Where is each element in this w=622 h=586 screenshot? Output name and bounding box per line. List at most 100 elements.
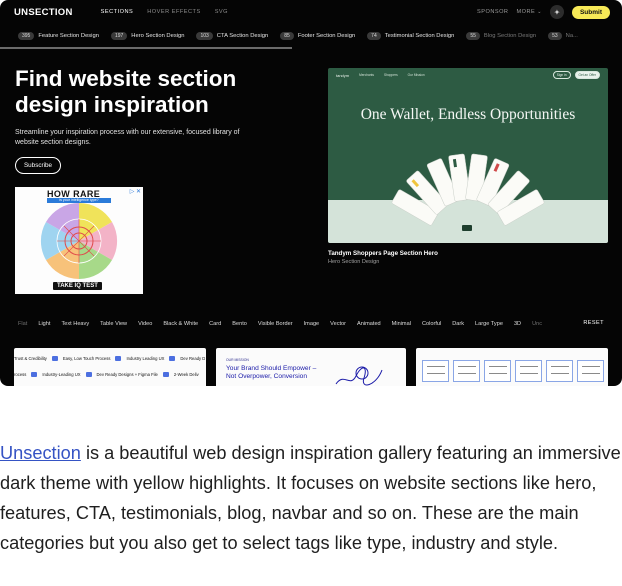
site-logo[interactable]: UNSECTION bbox=[14, 7, 73, 18]
tag-light[interactable]: Light bbox=[38, 321, 50, 327]
tag-table-view[interactable]: Table View bbox=[100, 321, 127, 327]
tag-text-heavy[interactable]: Text Heavy bbox=[61, 321, 89, 327]
featured-card-category[interactable]: Hero Section Design bbox=[328, 259, 379, 265]
tag-dark[interactable]: Dark bbox=[452, 321, 464, 327]
category-count: 85 bbox=[280, 32, 294, 40]
category-label: Testimonial Section Design bbox=[384, 33, 455, 39]
tag-vector[interactable]: Vector bbox=[330, 321, 346, 327]
thumb-row: Trust & Credibility Easy, Low Touch Proc… bbox=[14, 356, 205, 361]
nav-hover-effects[interactable]: HOVER EFFECTS bbox=[147, 9, 200, 15]
tag-black-white[interactable]: Black & White bbox=[163, 321, 198, 327]
text-line bbox=[458, 366, 476, 367]
reset-button[interactable]: RESET bbox=[579, 320, 604, 326]
thumb-row: rocess Industry-Leading UX Dev Ready Des… bbox=[14, 372, 199, 377]
category-count: 395 bbox=[18, 32, 35, 40]
category-scrollbar[interactable] bbox=[0, 47, 292, 49]
thumb-item: rocess bbox=[14, 372, 27, 377]
screenshot-frame: UNSECTION SECTIONS HOVER EFFECTS SVG SPO… bbox=[0, 0, 622, 386]
category-cta[interactable]: 103 CTA Section Design bbox=[196, 32, 268, 40]
nav-svg[interactable]: SVG bbox=[215, 9, 228, 15]
text-line bbox=[582, 366, 600, 367]
text-line bbox=[489, 373, 507, 374]
nav-sponsor[interactable]: SPONSOR bbox=[477, 9, 508, 15]
thumbnail-card-3[interactable] bbox=[416, 348, 608, 386]
ad-close-icon[interactable]: ▷ ✕ bbox=[130, 188, 141, 195]
subscribe-button[interactable]: Subscribe bbox=[15, 157, 61, 174]
tag-large-type[interactable]: Large Type bbox=[475, 321, 503, 327]
tag-video[interactable]: Video bbox=[138, 321, 152, 327]
nav-sections[interactable]: SECTIONS bbox=[101, 9, 134, 15]
tag-3d[interactable]: 3D bbox=[514, 321, 521, 327]
testimonial-box bbox=[453, 360, 480, 382]
square-icon bbox=[85, 372, 92, 377]
chevron-down-icon: ⌄ bbox=[537, 9, 542, 15]
category-label: Blog Section Design bbox=[483, 33, 537, 39]
square-icon bbox=[115, 356, 122, 361]
square-icon bbox=[169, 356, 176, 361]
tag-colorful[interactable]: Colorful bbox=[422, 321, 441, 327]
preview-headline: One Wallet, Endless Opportunities bbox=[360, 106, 576, 123]
text-line bbox=[551, 373, 569, 374]
category-hero[interactable]: 197 Hero Section Design bbox=[110, 32, 185, 40]
category-testimonial[interactable]: 74 Testimonial Section Design bbox=[367, 32, 454, 40]
category-blog[interactable]: 55 Blog Section Design bbox=[466, 32, 536, 40]
hero-subtitle: Streamline your inspiration process with… bbox=[15, 129, 240, 146]
category-count: 103 bbox=[196, 32, 213, 40]
square-icon bbox=[51, 356, 58, 361]
square-icon bbox=[31, 372, 38, 377]
thumb-item: Industry Leading UX bbox=[126, 356, 165, 361]
text-line bbox=[582, 373, 600, 374]
featured-card-title[interactable]: Tandym Shoppers Page Section Hero bbox=[328, 250, 438, 257]
tag-image[interactable]: Image bbox=[304, 321, 320, 327]
nav-more[interactable]: MORE ⌄ bbox=[516, 9, 541, 15]
featured-section-card[interactable]: tandym Merchants Shoppers Our Mission Si… bbox=[328, 68, 608, 243]
thumb-item: Industry-Leading UX bbox=[42, 372, 81, 377]
thumb-item: 2-Week Deliv bbox=[173, 372, 199, 377]
tag-visible-border[interactable]: Visible Border bbox=[258, 321, 293, 327]
text-line bbox=[551, 366, 569, 367]
tag-unc[interactable]: Unc bbox=[532, 321, 542, 327]
category-footer[interactable]: 85 Footer Section Design bbox=[280, 32, 355, 40]
category-label: Hero Section Design bbox=[131, 33, 185, 39]
tag-bento[interactable]: Bento bbox=[232, 321, 247, 327]
category-count: 74 bbox=[367, 32, 381, 40]
sparkle-icon[interactable]: ✦ bbox=[549, 5, 564, 19]
nav-right: SPONSOR MORE ⌄ ✦ Submit bbox=[477, 5, 610, 19]
testimonial-box bbox=[577, 360, 604, 382]
submit-button[interactable]: Submit bbox=[571, 5, 610, 19]
text-line bbox=[520, 366, 538, 367]
preview-navbar: tandym Merchants Shoppers Our Mission Si… bbox=[328, 68, 608, 82]
thumbnail-card-1[interactable]: Trust & Credibility Easy, Low Touch Proc… bbox=[14, 348, 206, 386]
square-icon bbox=[162, 372, 169, 377]
thumb-item: Trust & Credibility bbox=[14, 356, 47, 361]
thumbnail-card-2[interactable]: OUR MISSION Your Brand Should Empower – … bbox=[216, 348, 406, 386]
tag-flat[interactable]: Flat bbox=[18, 321, 27, 327]
thumb-item: Dev Ready Designs + Figma File bbox=[96, 372, 158, 377]
thumb-item: Easy, Low Touch Process bbox=[62, 356, 111, 361]
ad-cta-button[interactable]: TAKE IQ TEST bbox=[53, 282, 102, 290]
tag-card[interactable]: Card bbox=[209, 321, 221, 327]
category-feature[interactable]: 395 Feature Section Design bbox=[18, 32, 99, 40]
tag-animated[interactable]: Animated bbox=[357, 321, 381, 327]
tag-minimal[interactable]: Minimal bbox=[392, 321, 411, 327]
fanned-cards-illustration bbox=[391, 153, 545, 226]
text-line bbox=[427, 366, 445, 367]
category-count: 53 bbox=[548, 32, 562, 40]
preview-get-offer: Get an Offer bbox=[574, 71, 600, 79]
category-count: 197 bbox=[110, 32, 128, 40]
nav-links: SECTIONS HOVER EFFECTS SVG bbox=[101, 9, 228, 15]
testimonial-box bbox=[484, 360, 511, 382]
description-text: is a beautiful web design inspiration ga… bbox=[0, 443, 621, 553]
top-nav: UNSECTION SECTIONS HOVER EFFECTS SVG SPO… bbox=[0, 0, 622, 24]
tag-filter-row: Flat Light Text Heavy Table View Video B… bbox=[0, 318, 622, 330]
category-count: 55 bbox=[466, 32, 480, 40]
preview-logo: tandym bbox=[336, 72, 350, 78]
preview-link: Shoppers bbox=[384, 73, 398, 77]
description-paragraph: Unsection is a beautiful web design insp… bbox=[0, 438, 622, 558]
category-navbar[interactable]: 53 Na... bbox=[548, 32, 578, 40]
intelligence-wheel-icon bbox=[40, 202, 118, 280]
unsection-link[interactable]: Unsection bbox=[0, 443, 81, 463]
advertisement[interactable]: ▷ ✕ HOW RARE is your intelligence type? … bbox=[15, 187, 143, 294]
category-label: Feature Section Design bbox=[38, 33, 99, 39]
category-strip: 395 Feature Section Design 197 Hero Sectio… bbox=[0, 26, 622, 46]
